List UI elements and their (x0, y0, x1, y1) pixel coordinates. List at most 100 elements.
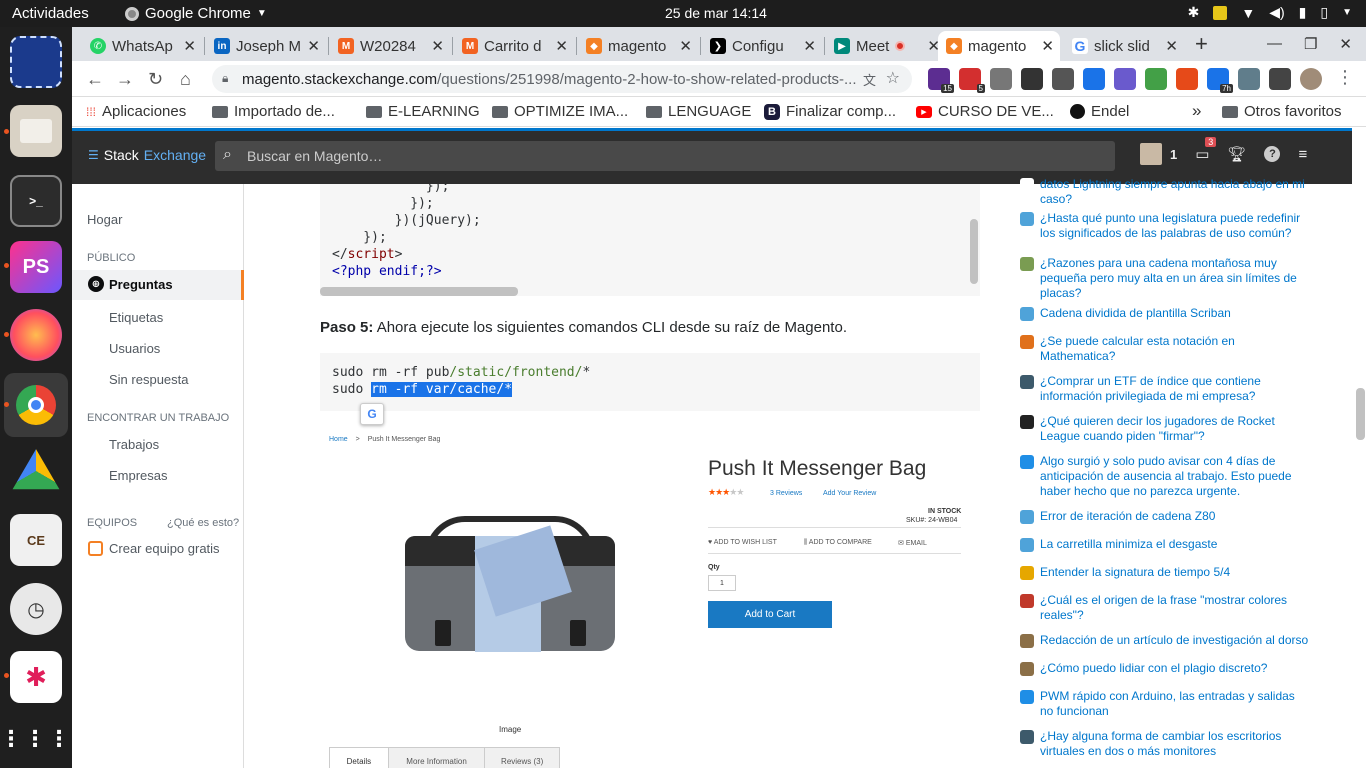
hot-question-link[interactable]: ¿Qué quieren decir los jugadores de Rock… (1040, 414, 1310, 444)
files-app-icon[interactable] (10, 105, 62, 157)
nav-home[interactable]: Hogar (87, 212, 122, 227)
add-to-compare-link[interactable]: ⫼ ADD TO COMPARE (804, 539, 872, 547)
tab-linkedin[interactable]: in Joseph M ✕ (206, 31, 326, 61)
firefox-app-icon[interactable] (10, 309, 62, 361)
close-tab-icon[interactable]: ✕ (1165, 37, 1178, 55)
hot-question-item[interactable]: ¿Razones para una cadena montañosa muy p… (1020, 256, 1310, 301)
qty-input[interactable]: 1 (708, 575, 736, 591)
nav-tags[interactable]: Etiquetas (109, 310, 163, 325)
nav-questions[interactable]: ⊕ Preguntas (72, 270, 244, 300)
help-icon[interactable]: ? (1264, 146, 1281, 162)
hot-question-item[interactable]: Error de iteración de cadena Z80 (1020, 509, 1310, 524)
notes-tray-icon[interactable] (1213, 5, 1228, 20)
chrome-menu-icon[interactable]: ⋮ (1336, 67, 1354, 88)
close-tab-icon[interactable]: ✕ (307, 37, 320, 55)
code-block-cli[interactable]: sudo rm -rf pub/static/frontend/* sudo r… (320, 353, 980, 411)
bookmark-lenguage[interactable]: LENGUAGE (646, 103, 751, 120)
new-tab-button[interactable]: + (1195, 31, 1208, 57)
nav-companies[interactable]: Empresas (109, 468, 168, 483)
extension-icon[interactable] (1021, 68, 1043, 90)
email-link[interactable]: ✉ EMAIL (898, 539, 927, 547)
hot-question-link[interactable]: ¿Se puede calcular esta notación en Math… (1040, 334, 1310, 364)
bookmark-importado[interactable]: Importado de... (212, 103, 335, 120)
close-tab-icon[interactable]: ✕ (803, 37, 816, 55)
hot-question-item[interactable]: Redacción de un artículo de investigació… (1020, 633, 1310, 648)
tab-reviews[interactable]: Reviews (3) (485, 748, 559, 768)
phpstorm-app-icon[interactable]: PS (10, 241, 62, 293)
reload-button[interactable]: ↻ (148, 69, 163, 90)
extension-icon[interactable] (1114, 68, 1136, 90)
translate-popup-icon[interactable]: G (360, 403, 384, 425)
hot-question-link[interactable]: Error de iteración de cadena Z80 (1040, 509, 1310, 524)
bookmark-otros-favoritos[interactable]: Otros favoritos (1222, 103, 1342, 120)
hot-question-link[interactable]: ¿Razones para una cadena montañosa muy p… (1040, 256, 1310, 301)
bookmark-endel[interactable]: Endel (1070, 103, 1129, 120)
extension-icon[interactable] (1052, 68, 1074, 90)
achievements-icon[interactable]: 🏆︎ (1227, 145, 1246, 163)
close-tab-icon[interactable]: ✕ (183, 37, 196, 55)
nav-unanswered[interactable]: Sin respuesta (109, 372, 189, 387)
chrome-app-icon[interactable] (4, 373, 68, 437)
tab-details[interactable]: Details (330, 748, 389, 768)
tab-slick-slider[interactable]: G slick slid ✕ (1064, 31, 1184, 61)
hot-question-item[interactable]: datos Lightning siempre apunta hacia aba… (1020, 177, 1310, 207)
vertical-scrollbar[interactable] (970, 219, 978, 284)
hot-question-link[interactable]: datos Lightning siempre apunta hacia aba… (1040, 177, 1310, 207)
slack-app-icon[interactable]: ✱ (10, 651, 62, 703)
tab-carrito[interactable]: M Carrito d ✕ (454, 31, 574, 61)
horizontal-scrollbar[interactable] (320, 287, 518, 296)
hot-question-item[interactable]: Entender la signatura de tiempo 5/4 (1020, 565, 1310, 580)
create-team-link[interactable]: Crear equipo gratis (88, 541, 220, 556)
hot-question-link[interactable]: ¿Cómo puedo lidiar con el plagio discret… (1040, 661, 1310, 676)
close-tab-icon[interactable]: ✕ (1041, 37, 1054, 55)
hot-question-item[interactable]: Cadena dividida de plantilla Scriban (1020, 306, 1310, 321)
add-to-wishlist-link[interactable]: ♥ ADD TO WISH LIST (708, 539, 777, 546)
search-input[interactable]: ⌕ Buscar en Magento… (215, 141, 1115, 171)
translate-icon[interactable]: 文 (863, 70, 876, 89)
terminal-app-icon[interactable]: >_ (10, 175, 62, 227)
power-menu-icon[interactable]: ▼ (1342, 7, 1352, 18)
hot-question-link[interactable]: ¿Hasta qué punto una legislatura puede r… (1040, 211, 1310, 241)
reputation-count[interactable]: 1 (1170, 147, 1177, 162)
tab-magento-se-1[interactable]: ◆ magento ✕ (578, 31, 698, 61)
site-switcher-icon[interactable]: ≡ (1298, 146, 1307, 163)
hot-question-item[interactable]: ¿Cómo puedo lidiar con el plagio discret… (1020, 661, 1310, 676)
clock[interactable]: 25 de mar 14:14 (665, 5, 767, 21)
forward-button[interactable]: → (116, 69, 134, 90)
extension-icon[interactable] (1145, 68, 1167, 90)
dbeaver-app-icon[interactable]: CE (10, 514, 62, 566)
hot-question-link[interactable]: Cadena dividida de plantilla Scriban (1040, 306, 1310, 321)
extension-icon[interactable]: 5 (959, 68, 985, 93)
extension-icon[interactable] (1083, 68, 1105, 90)
hot-question-item[interactable]: ¿Se puede calcular esta notación en Math… (1020, 334, 1310, 364)
close-tab-icon[interactable]: ✕ (679, 37, 692, 55)
bookmark-star-icon[interactable]: ☆ (886, 68, 900, 88)
minimize-button[interactable]: — (1267, 35, 1282, 53)
tab-magento-w20284[interactable]: M W20284 ✕ (330, 31, 450, 61)
bookmark-e-learning[interactable]: E-LEARNING (366, 103, 480, 120)
bookmark-apps[interactable]: ⁞⁞⁞ Aplicaciones (86, 103, 186, 120)
hot-question-item[interactable]: Algo surgió y solo pudo avisar con 4 día… (1020, 454, 1310, 499)
back-button[interactable]: ← (86, 69, 104, 90)
nav-jobs[interactable]: Trabajos (109, 437, 159, 452)
screenshot-app-icon[interactable] (10, 36, 62, 88)
hot-question-link[interactable]: PWM rápido con Arduino, las entradas y s… (1040, 689, 1310, 719)
close-tab-icon[interactable]: ✕ (431, 37, 444, 55)
timer-app-icon[interactable]: ◷ (10, 583, 62, 635)
tab-meet[interactable]: ▶ Meet ✕ (826, 31, 946, 61)
profile-avatar[interactable] (1300, 68, 1322, 90)
hot-question-link[interactable]: ¿Cuál es el origen de la frase "mostrar … (1040, 593, 1310, 623)
google-drive-app-icon[interactable] (12, 449, 60, 490)
extension-icon[interactable]: 15 (928, 68, 954, 93)
add-review-link[interactable]: Add Your Review (823, 490, 876, 497)
home-button[interactable]: ⌂ (180, 69, 191, 90)
bookmark-finalizar[interactable]: B Finalizar comp... (764, 103, 896, 120)
address-bar[interactable]: 🔒︎ magento.stackexchange.com /questions/… (212, 65, 912, 93)
reviews-link[interactable]: 3 Reviews (770, 490, 802, 497)
avatar[interactable] (1140, 143, 1162, 165)
hot-question-item[interactable]: PWM rápido con Arduino, las entradas y s… (1020, 689, 1310, 719)
code-block-js[interactable]: }); }); })(jQuery); }); </script> <?php … (320, 184, 980, 296)
hot-question-link[interactable]: La carretilla minimiza el desgaste (1040, 537, 1310, 552)
close-tab-icon[interactable]: ✕ (555, 37, 568, 55)
extension-icon[interactable] (1238, 68, 1260, 90)
